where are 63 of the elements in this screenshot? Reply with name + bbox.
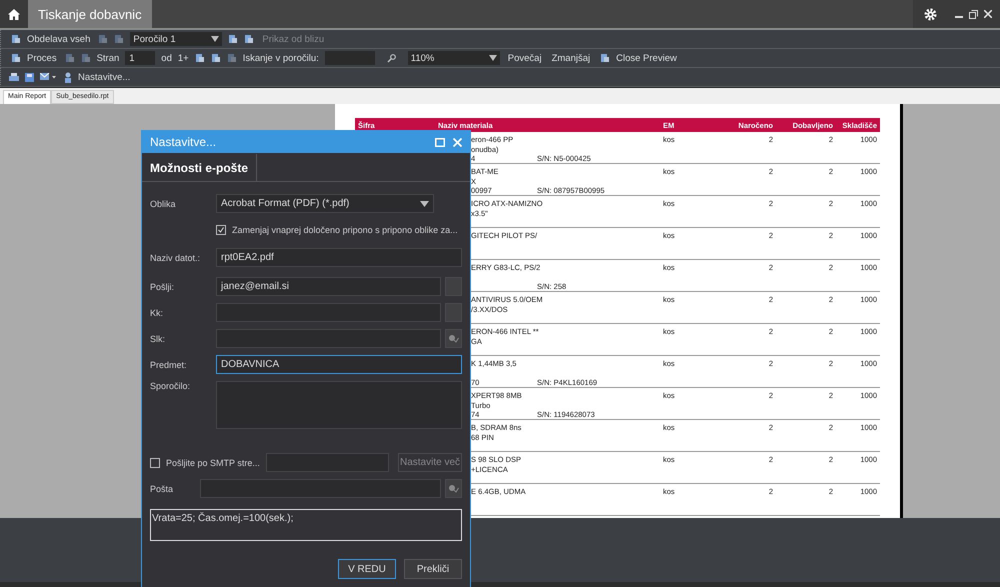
restore-icon[interactable]: [969, 10, 978, 18]
format-dropdown[interactable]: Acrobat Format (PDF) (*.pdf): [216, 194, 434, 213]
caret-icon: [420, 200, 429, 206]
toolbar-dropdown[interactable]: 110%: [408, 51, 500, 65]
settings-button[interactable]: Nastavitve...: [62, 72, 132, 82]
field-label: Slk:: [150, 334, 166, 344]
text-field[interactable]: [216, 303, 441, 322]
page-icon[interactable]: [210, 53, 221, 63]
field-label: Sporočilo:: [150, 381, 192, 391]
field-label: Pošlji:: [150, 282, 176, 292]
message-field[interactable]: [216, 381, 462, 429]
text-field[interactable]: DOBAVNICA: [216, 355, 462, 374]
toolbar-label: Stran: [96, 52, 120, 64]
settings-icon[interactable]: [924, 8, 936, 20]
mail-field[interactable]: [200, 479, 441, 498]
checkbox[interactable]: [150, 458, 160, 468]
app-tab[interactable]: Tiskanje dobavnic: [28, 0, 152, 28]
checkbox-label: Zamenjaj vnaprej določeno pripono s pripono oblike za...: [232, 225, 458, 235]
search-icon[interactable]: [386, 54, 396, 62]
floppy-icon[interactable]: [25, 72, 34, 82]
toolbar-button[interactable]: Obdelava vseh: [9, 34, 92, 44]
text-field[interactable]: janez@email.si: [216, 277, 441, 296]
home-icon[interactable]: [8, 8, 20, 20]
toolbar-button[interactable]: Zmanjšaj: [550, 52, 592, 64]
field-label: Predmet:: [150, 360, 188, 370]
page-icon[interactable]: [194, 53, 205, 63]
toolbar-label: 1+: [178, 52, 189, 64]
caret-icon: [211, 36, 220, 42]
close-icon[interactable]: [984, 10, 992, 18]
more-settings-button[interactable]: Nastavite več: [398, 453, 462, 472]
search-field[interactable]: [324, 51, 375, 65]
address-book-button[interactable]: [445, 329, 462, 348]
address-book-icon: [448, 334, 459, 343]
toolbar-button[interactable]: Proces: [9, 52, 59, 64]
figure-icon: [64, 72, 72, 82]
field-label: Oblika: [150, 198, 177, 208]
toolbar-label: Iskanje v poročilu:: [242, 52, 319, 64]
field-label: Kk:: [150, 308, 164, 318]
page-icon[interactable]: [600, 53, 610, 63]
toolbar-label: od: [161, 52, 172, 64]
toolbar-button[interactable]: Close Preview: [598, 52, 679, 64]
text-field[interactable]: [216, 329, 441, 348]
field-label: Pošta: [150, 484, 174, 494]
dialog-button[interactable]: V REDU: [338, 559, 396, 579]
field-label: Naziv datot.:: [150, 252, 202, 262]
page-field[interactable]: 1: [125, 51, 156, 65]
dialog-title: Nastavitve...: [150, 135, 218, 149]
maximize-icon[interactable]: [435, 138, 445, 146]
text-field[interactable]: rpt0EA2.pdf: [216, 248, 462, 267]
printer-icon[interactable]: [9, 72, 19, 82]
toolbar-dropdown[interactable]: Poročilo 1: [130, 32, 222, 46]
checkbox-label: Pošljite po SMTP stre...: [166, 458, 260, 468]
smtp-server-field[interactable]: [266, 453, 389, 472]
caret-icon: [488, 55, 497, 61]
log-box: Vrata=25; Čas.omej.=100(sek.);: [150, 509, 462, 541]
toolbar-button[interactable]: Povečaj: [506, 52, 544, 64]
dialog-button[interactable]: Prekliči: [404, 559, 462, 579]
address-book-icon: [448, 484, 459, 493]
address-book-button[interactable]: [445, 479, 462, 498]
page-icon[interactable]: [244, 34, 254, 44]
checkbox[interactable]: [216, 225, 226, 235]
page-icon[interactable]: [228, 34, 238, 44]
envelope-icon[interactable]: [40, 73, 56, 81]
